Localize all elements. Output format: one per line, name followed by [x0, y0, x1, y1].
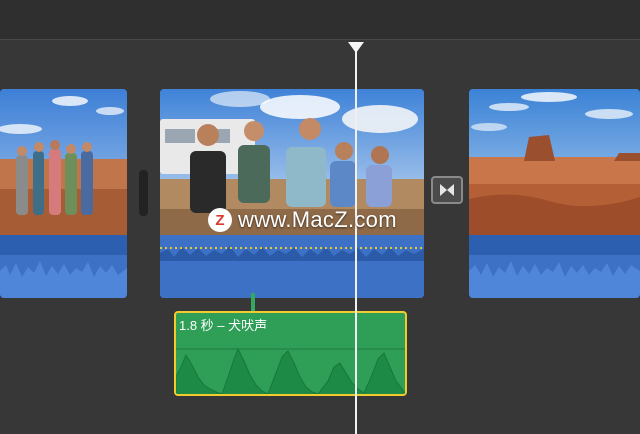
sound-effect-label: 1.8 秒 – 犬吠声: [179, 318, 268, 333]
clip-thumbnail-family: [0, 89, 127, 235]
watermark-logo: Z: [208, 208, 232, 232]
clip-audio-friends: [160, 235, 424, 298]
sound-effect-clip-dog-bark[interactable]: 1.8 秒 – 犬吠声: [174, 311, 407, 396]
playhead[interactable]: [355, 48, 357, 434]
timeline-top-area: [0, 0, 640, 39]
video-clip-desert[interactable]: [469, 89, 640, 298]
video-clip-family[interactable]: [0, 89, 127, 298]
clip-audio-family: [0, 235, 127, 298]
clip-thumbnail-desert: [469, 89, 640, 235]
timeline-ruler-line: [0, 39, 640, 40]
cross-dissolve-icon: [440, 184, 454, 196]
video-clip-friends[interactable]: [160, 89, 424, 298]
clip-audio-desert: [469, 235, 640, 298]
clip-trim-handle[interactable]: [139, 170, 148, 216]
transition-button[interactable]: [431, 176, 463, 204]
watermark-text: www.MacZ.com: [238, 207, 397, 232]
audio-connector: [251, 293, 255, 313]
sound-effect-waveform: [176, 347, 405, 394]
watermark: Z www.MacZ.com: [208, 205, 397, 235]
playhead-marker-icon[interactable]: [348, 42, 364, 53]
